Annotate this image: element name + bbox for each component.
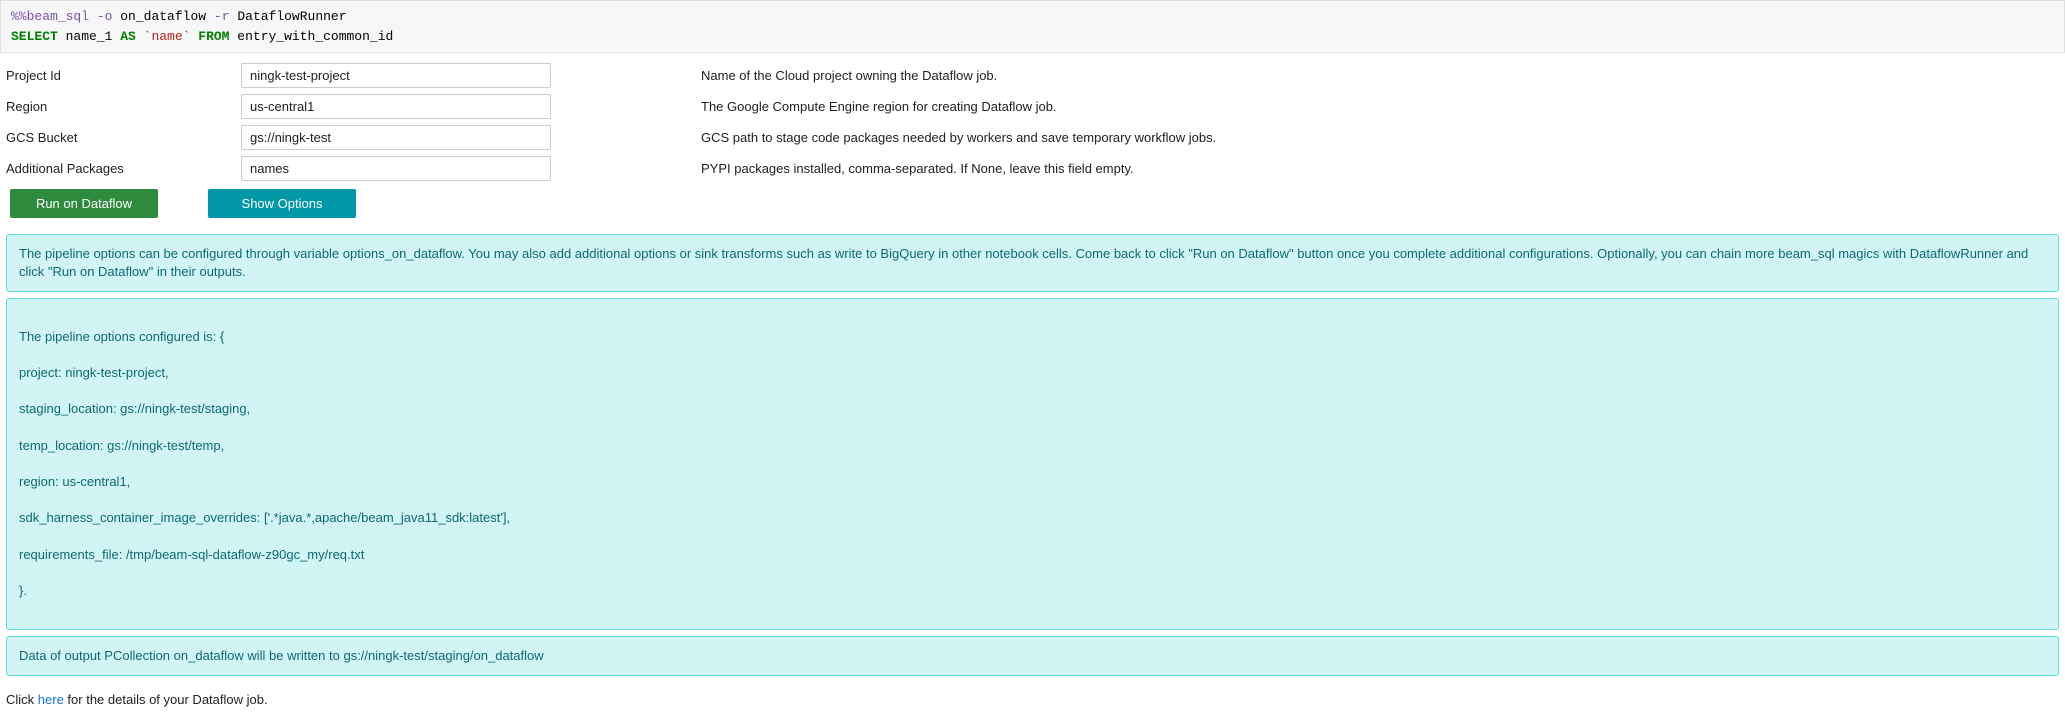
button-row: Run on Dataflow Show Options <box>6 189 2059 218</box>
options-line-3: region: us-central1, <box>19 473 2046 491</box>
input-gcs-bucket[interactable] <box>241 125 551 150</box>
desc-region: The Google Compute Engine region for cre… <box>701 99 1057 114</box>
footer-line: Click here for the details of your Dataf… <box>0 682 2065 717</box>
options-line-2: temp_location: gs://ningk-test/temp, <box>19 437 2046 455</box>
desc-project-id: Name of the Cloud project owning the Dat… <box>701 68 997 83</box>
options-line-1: staging_location: gs://ningk-test/stagin… <box>19 400 2046 418</box>
label-packages: Additional Packages <box>6 161 241 176</box>
input-region[interactable] <box>241 94 551 119</box>
options-configured-box: The pipeline options configured is: { pr… <box>6 298 2059 629</box>
sql-alias: `name` <box>136 29 198 44</box>
input-project-id[interactable] <box>241 63 551 88</box>
desc-gcs-bucket: GCS path to stage code packages needed b… <box>701 130 1216 145</box>
arg-r: DataflowRunner <box>237 9 346 24</box>
sql-as: AS <box>120 29 136 44</box>
footer-prefix: Click <box>6 692 38 707</box>
magic-command: %%beam_sql <box>11 9 89 24</box>
sql-table: entry_with_common_id <box>229 29 393 44</box>
options-header: The pipeline options configured is: { <box>19 328 2046 346</box>
row-region: Region The Google Compute Engine region … <box>6 94 2059 119</box>
flag-o: -o <box>97 9 113 24</box>
row-packages: Additional Packages PYPI packages instal… <box>6 156 2059 181</box>
row-project-id: Project Id Name of the Cloud project own… <box>6 63 2059 88</box>
flag-r: -r <box>214 9 230 24</box>
arg-o: on_dataflow <box>120 9 206 24</box>
show-options-button[interactable]: Show Options <box>208 189 356 218</box>
label-gcs-bucket: GCS Bucket <box>6 130 241 145</box>
output-data-box: Data of output PCollection on_dataflow w… <box>6 636 2059 676</box>
sql-from: FROM <box>198 29 229 44</box>
options-line-5: requirements_file: /tmp/beam-sql-dataflo… <box>19 546 2046 564</box>
label-region: Region <box>6 99 241 114</box>
input-packages[interactable] <box>241 156 551 181</box>
desc-packages: PYPI packages installed, comma-separated… <box>701 161 1134 176</box>
sql-col: name_1 <box>58 29 120 44</box>
footer-link[interactable]: here <box>38 692 64 707</box>
form-area: Project Id Name of the Cloud project own… <box>0 53 2065 228</box>
code-cell: %%beam_sql -o on_dataflow -r DataflowRun… <box>0 0 2065 53</box>
options-footer: }. <box>19 582 2046 600</box>
run-on-dataflow-button[interactable]: Run on Dataflow <box>10 189 158 218</box>
configure-hint-box: The pipeline options can be configured t… <box>6 234 2059 292</box>
row-gcs-bucket: GCS Bucket GCS path to stage code packag… <box>6 125 2059 150</box>
options-line-4: sdk_harness_container_image_overrides: [… <box>19 509 2046 527</box>
options-line-0: project: ningk-test-project, <box>19 364 2046 382</box>
footer-suffix: for the details of your Dataflow job. <box>64 692 268 707</box>
label-project-id: Project Id <box>6 68 241 83</box>
sql-select: SELECT <box>11 29 58 44</box>
